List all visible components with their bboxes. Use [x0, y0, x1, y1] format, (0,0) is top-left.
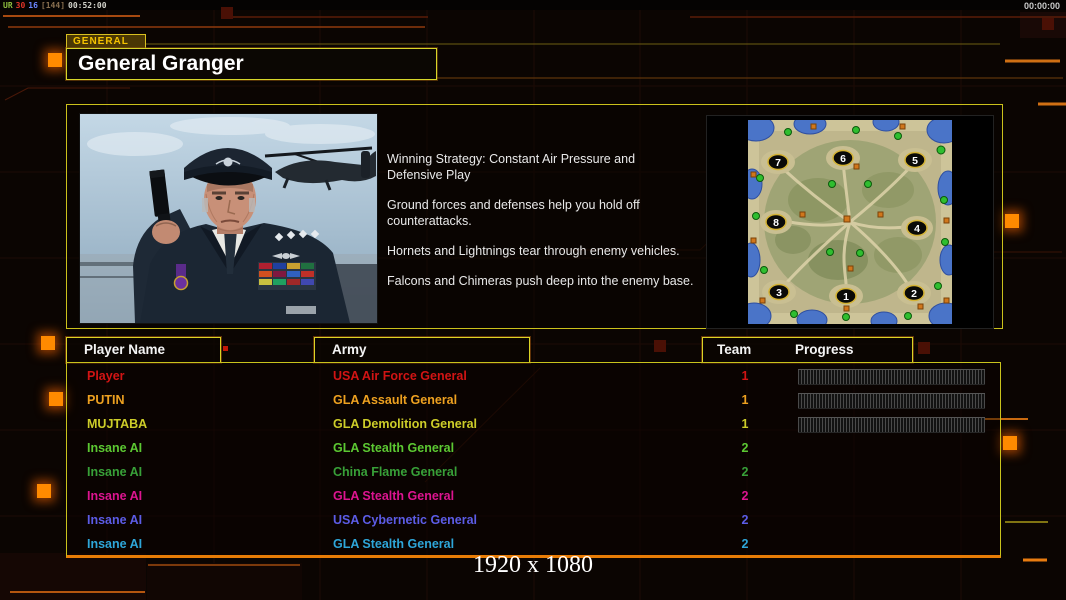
- player-name: Insane AI: [87, 537, 143, 551]
- dim-square: [918, 342, 930, 354]
- debug-segment: [144]: [40, 1, 66, 10]
- accent-square: [1003, 436, 1017, 450]
- briefing-panel: Winning Strategy: Constant Air Pressure …: [66, 104, 1003, 329]
- player-team: 1: [741, 417, 749, 431]
- dim-square: [654, 340, 666, 352]
- player-army: China Flame General: [333, 465, 458, 479]
- start-position-number: 2: [911, 288, 917, 300]
- start-position-number: 5: [912, 155, 918, 167]
- player-army: GLA Stealth General: [333, 489, 455, 503]
- debug-segment: UR: [3, 1, 13, 10]
- ribbon-rack: [258, 262, 316, 290]
- roster-row: Player USA Air Force General 1: [67, 365, 1000, 389]
- player-name: Insane AI: [87, 513, 143, 527]
- general-tab: GENERAL: [66, 34, 146, 49]
- load-progress-bar: [798, 417, 985, 433]
- debug-segment: 00:52:00: [68, 1, 107, 10]
- roster-row: Insane AI GLA Stealth General 2: [67, 485, 1000, 509]
- debug-segment: 16: [28, 1, 38, 10]
- player-army: GLA Demolition General: [333, 417, 478, 431]
- general-name: General Granger: [78, 52, 244, 75]
- dim-square: [223, 346, 228, 351]
- general-portrait: [79, 113, 378, 324]
- dim-square: [1042, 18, 1054, 30]
- start-position-number: 4: [914, 223, 920, 235]
- column-header-team-progress: Team Progress: [702, 337, 913, 363]
- roster-row: MUJTABA GLA Demolition General 1: [67, 413, 1000, 437]
- column-header-label: Team: [717, 342, 752, 357]
- roster-row: PUTIN GLA Assault General 1: [67, 389, 1000, 413]
- accent-square: [1005, 214, 1019, 228]
- player-army: GLA Assault General: [333, 393, 458, 407]
- start-position-number: 1: [843, 291, 849, 303]
- player-team: 2: [741, 537, 749, 551]
- strategy-paragraph: Winning Strategy: Constant Air Pressure …: [387, 152, 636, 182]
- strategy-paragraph: Ground forces and defenses help you hold…: [387, 198, 640, 228]
- player-name: PUTIN: [87, 393, 125, 407]
- debug-overlay: UR 30 16 [144] 00:52:00: [3, 1, 110, 10]
- loading-screen: UR 30 16 [144] 00:52:00 00:00:00 GENERAL Gen…: [0, 0, 1066, 600]
- player-army: GLA Stealth General: [333, 441, 455, 455]
- start-position-number: 8: [773, 217, 779, 229]
- player-team: 1: [741, 369, 749, 383]
- column-header-player: Player Name: [66, 337, 221, 363]
- strategy-paragraph: Hornets and Lightnings tear through enem…: [387, 244, 680, 258]
- match-timer: 00:00:00: [1023, 1, 1060, 11]
- minimap: 1 2 3 4 5 6 7 8: [748, 120, 952, 324]
- minimap-box: 1 2 3 4 5 6 7 8: [706, 115, 994, 329]
- player-name: Insane AI: [87, 441, 143, 455]
- roster-row: Insane AI GLA Stealth General 2: [67, 437, 1000, 461]
- column-header-label: Progress: [795, 342, 854, 357]
- dim-square: [221, 7, 233, 19]
- load-progress-bar: [798, 369, 985, 385]
- strategy-paragraph: Falcons and Chimeras push deep into the …: [387, 274, 694, 288]
- player-team: 2: [741, 465, 749, 479]
- resolution-label: 1920 x 1080: [473, 552, 593, 578]
- purple-heart-medal: [173, 264, 189, 291]
- roster-row: Insane AI China Flame General 2: [67, 461, 1000, 485]
- player-team: 2: [741, 513, 749, 527]
- load-progress-bar: [798, 393, 985, 409]
- accent-square: [41, 336, 55, 350]
- start-position-number: 6: [840, 153, 846, 165]
- player-team: 2: [741, 489, 749, 503]
- roster-rows: Player USA Air Force General 1 PUTIN GLA Ass…: [67, 363, 1000, 557]
- general-title-box: General Granger: [66, 48, 437, 80]
- accent-square: [48, 53, 62, 67]
- player-name: Insane AI: [87, 489, 143, 503]
- debug-segment: 30: [15, 1, 26, 10]
- column-header-label: Army: [332, 342, 367, 357]
- player-army: GLA Stealth General: [333, 537, 455, 551]
- name-tag: [286, 306, 316, 314]
- player-team: 2: [741, 441, 749, 455]
- accent-square: [49, 392, 63, 406]
- player-team: 1: [741, 393, 749, 407]
- accent-square: [37, 484, 51, 498]
- player-army: USA Cybernetic General: [333, 513, 478, 527]
- strategy-text: Winning Strategy: Constant Air Pressure …: [387, 151, 699, 303]
- start-position-number: 7: [775, 157, 781, 169]
- player-army: USA Air Force General: [333, 369, 467, 383]
- column-header-label: Player Name: [84, 342, 166, 357]
- player-roster-panel: Player USA Air Force General 1 PUTIN GLA Ass…: [66, 362, 1001, 558]
- roster-row: Insane AI USA Cybernetic General 2: [67, 509, 1000, 533]
- start-position-number: 3: [776, 287, 782, 299]
- player-name: MUJTABA: [87, 417, 148, 431]
- player-name: Insane AI: [87, 465, 143, 479]
- column-header-army: Army: [314, 337, 530, 363]
- player-name: Player: [87, 369, 125, 383]
